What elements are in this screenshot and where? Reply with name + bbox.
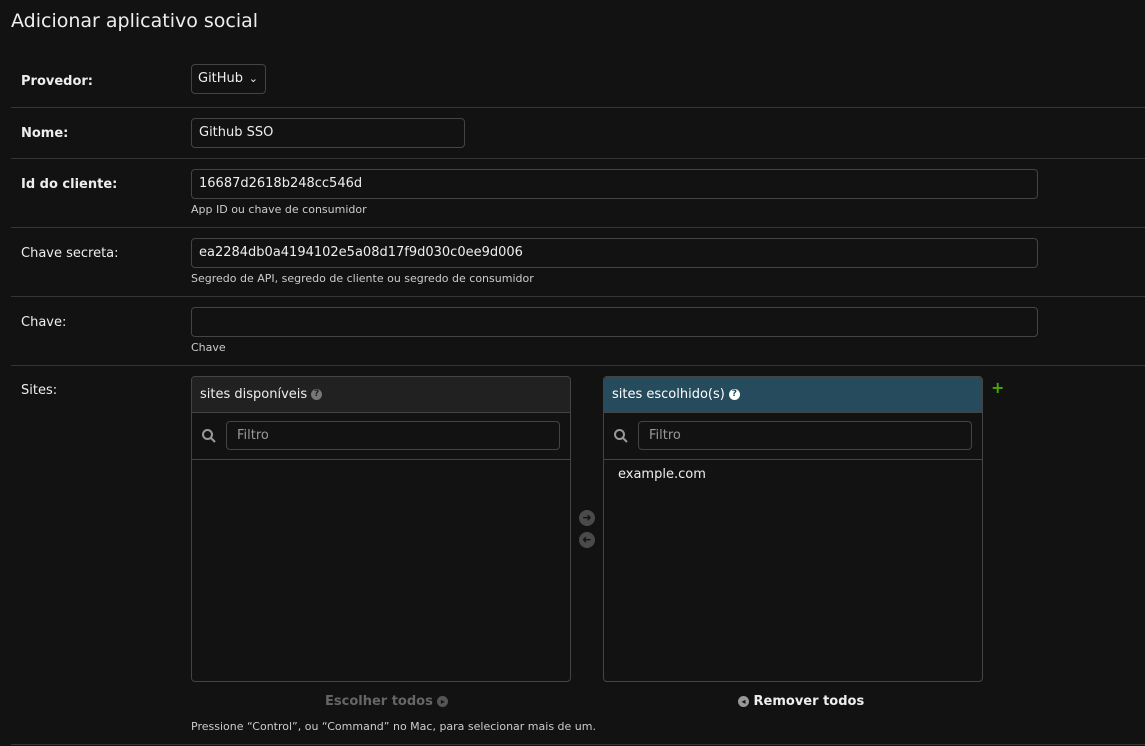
available-filter-input[interactable]: Filtro [226, 421, 560, 450]
page-title: Adicionar aplicativo social [11, 10, 259, 32]
sites-chosen-box: sites escolhido(s)? Filtro example.com [603, 376, 983, 682]
available-filter-row: Filtro [192, 413, 570, 460]
name-row: Nome: Github SSO [11, 108, 1145, 159]
sites-label: Sites: [21, 383, 58, 398]
secret-help: Segredo de API, segredo de cliente ou se… [191, 272, 534, 285]
search-icon [202, 429, 216, 443]
remove-all-label: Remover todos [753, 694, 865, 709]
help-icon: ? [728, 389, 740, 400]
client-id-row: Id do cliente: 16687d2618b248cc546d App … [11, 159, 1145, 228]
provider-select-value: GitHub [198, 71, 244, 86]
sites-chosen-header: sites escolhido(s)? [604, 377, 982, 413]
client-id-help: App ID ou chave de consumidor [191, 203, 367, 216]
search-icon [614, 429, 628, 443]
secret-input[interactable]: ea2284db0a4194102e5a08d17f9d030c0ee9d006 [191, 238, 1038, 268]
remove-all-button[interactable]: ◂ Remover todos [738, 694, 864, 709]
help-icon: ? [311, 389, 323, 400]
key-row: Chave: Chave [11, 297, 1145, 366]
list-item[interactable]: example.com [604, 463, 982, 486]
add-arrow-icon[interactable]: ➜ [579, 510, 595, 526]
chosen-filter-row: Filtro [604, 413, 982, 460]
divider [11, 744, 1145, 745]
secret-label: Chave secreta: [21, 246, 119, 261]
provider-row: Provedor: GitHub ⌄ [11, 56, 1145, 108]
sites-available-box: sites disponíveis? Filtro [191, 376, 571, 682]
sites-available-header: sites disponíveis? [192, 377, 570, 413]
sites-available-title: sites disponíveis [200, 387, 308, 402]
secret-row: Chave secreta: ea2284db0a4194102e5a08d17… [11, 228, 1145, 297]
chosen-list[interactable]: example.com [604, 460, 982, 486]
remove-arrow-icon[interactable]: ➜ [579, 532, 595, 548]
provider-label: Provedor: [21, 74, 94, 89]
key-help: Chave [191, 341, 226, 354]
choose-all-label: Escolher todos [325, 694, 433, 709]
key-label: Chave: [21, 315, 67, 330]
name-input[interactable]: Github SSO [191, 118, 465, 148]
chevron-down-icon: ⌄ [248, 72, 258, 85]
add-site-icon[interactable]: + [991, 378, 1004, 397]
provider-select[interactable]: GitHub ⌄ [191, 64, 266, 94]
chosen-filter-input[interactable]: Filtro [638, 421, 972, 450]
client-id-label: Id do cliente: [21, 177, 118, 192]
sites-help: Pressione “Control”, ou “Command” no Mac… [191, 720, 596, 733]
name-label: Nome: [21, 126, 69, 141]
chevron-left-icon: ◂ [738, 696, 749, 707]
sites-chosen-title: sites escolhido(s) [612, 387, 725, 402]
chevron-right-icon: ▸ [437, 696, 449, 707]
key-input[interactable] [191, 307, 1038, 337]
choose-all-button[interactable]: Escolher todos ▸ [325, 694, 449, 709]
client-id-input[interactable]: 16687d2618b248cc546d [191, 169, 1038, 199]
